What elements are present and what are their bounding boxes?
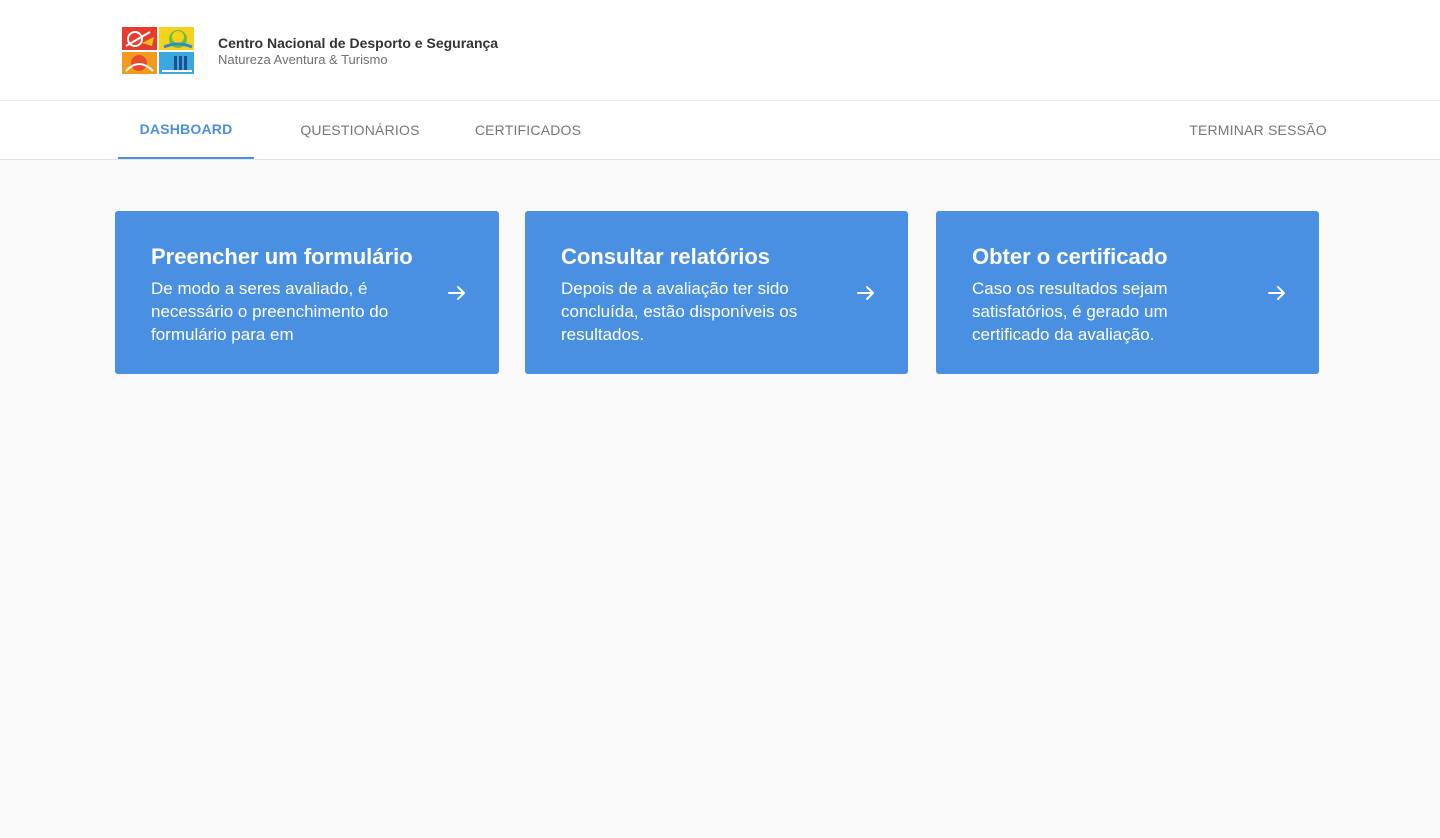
card-description: Caso os resultados sejam satisfatórios, …: [972, 279, 1168, 344]
arrow-right-icon: [857, 286, 874, 300]
organization-logo[interactable]: [122, 27, 194, 74]
card-title: Obter o certificado: [972, 244, 1168, 269]
card-fill-form[interactable]: Preencher um formulário De modo a seres …: [115, 211, 499, 374]
arrow-right-icon: [448, 286, 465, 300]
card-description: Depois de a avaliação ter sido concluída…: [561, 279, 798, 344]
app-header: Centro Nacional de Desporto e Segurança …: [0, 0, 1440, 101]
main-nav: DASHBOARD QUESTIONÁRIOS CERTIFICADOS TER…: [0, 101, 1440, 160]
card-title: Consultar relatórios: [561, 244, 771, 269]
arrow-right-icon: [1268, 286, 1285, 300]
brand-block: Centro Nacional de Desporto e Segurança …: [218, 35, 498, 67]
tab-questionarios[interactable]: QUESTIONÁRIOS: [290, 101, 430, 159]
org-name: Centro Nacional de Desporto e Segurança: [218, 35, 499, 51]
card-title: Preencher um formulário: [151, 244, 413, 269]
card-get-certificate[interactable]: Obter o certificado Caso os resultados s…: [936, 211, 1319, 374]
tab-dashboard[interactable]: DASHBOARD: [118, 101, 254, 159]
org-subtitle: Natureza Aventura & Turismo: [218, 52, 388, 67]
card-description: De modo a seres avaliado, é necessário o…: [151, 279, 389, 344]
tab-certificados[interactable]: CERTIFICADOS: [466, 101, 590, 159]
logout-link[interactable]: TERMINAR SESSÃO: [1180, 101, 1336, 159]
card-view-reports[interactable]: Consultar relatórios Depois de a avaliaç…: [525, 211, 908, 374]
